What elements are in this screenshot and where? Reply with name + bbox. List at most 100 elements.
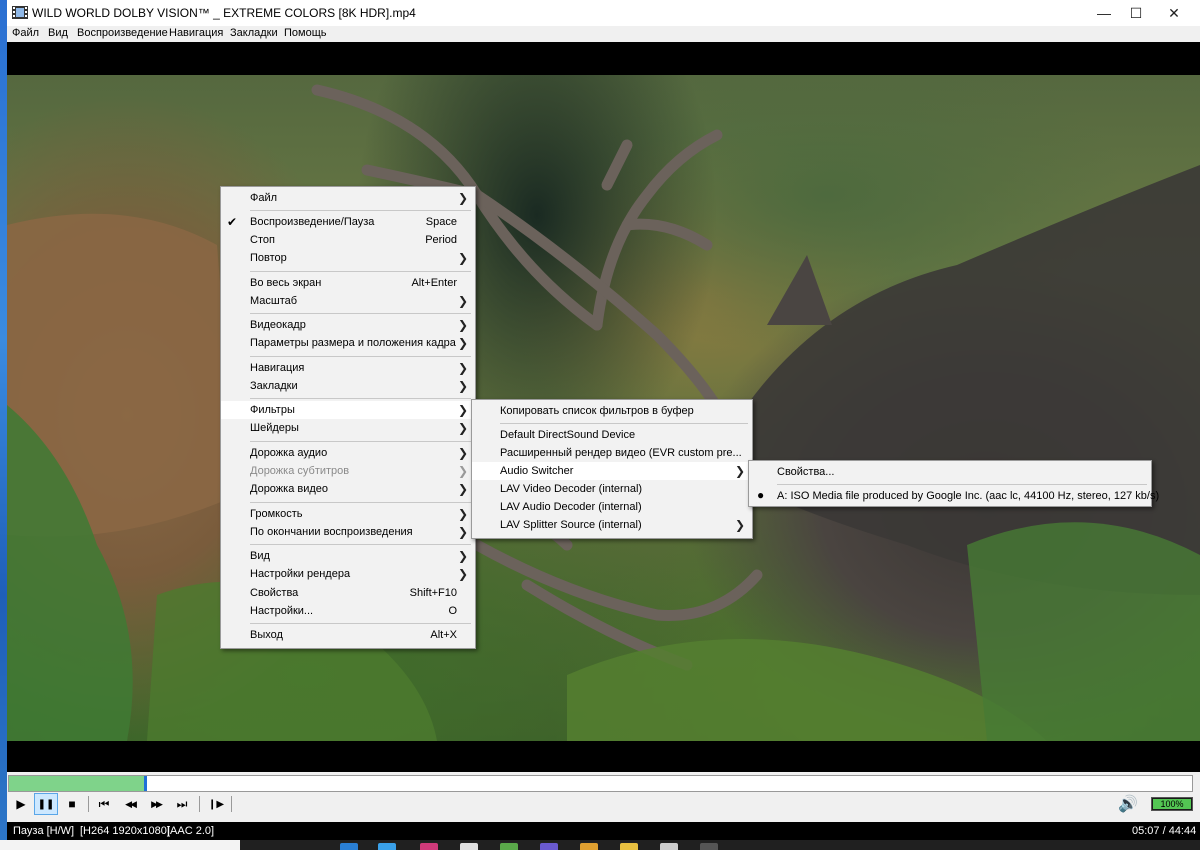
audio-switcher-properties[interactable]: Свойства... [749,463,1151,481]
taskbar-app-icon[interactable] [420,843,438,850]
title-bar: WILD WORLD DOLBY VISION™ _ EXTREME COLOR… [7,0,1200,26]
menu-item-video-frame[interactable]: Видеокадр ❯ [221,316,475,334]
previous-button[interactable]: ⏮ [92,793,116,815]
context-menu: Файл ❯ ✔ Воспроизведение/Пауза Space Стоп Pe… [220,186,476,649]
taskbar-app-icon[interactable] [540,843,558,850]
menu-item-exit[interactable]: Выход Alt+X [221,626,475,644]
maximize-button[interactable]: ☐ [1117,0,1155,26]
filters-item-lav-video[interactable]: LAV Video Decoder (internal) [472,480,752,498]
menu-item-repeat[interactable]: Повтор ❯ [221,249,475,267]
chevron-right-icon: ❯ [458,549,469,563]
rewind-button[interactable]: ◀◀ [118,793,142,815]
seek-handle[interactable] [144,776,147,791]
menu-item-label: Выход [250,629,283,641]
taskbar-app-icon[interactable] [460,843,478,850]
status-audio-info: [AAC 2.0] [167,825,215,837]
volume-label: 100% [1160,799,1184,809]
menu-item-shaders[interactable]: Шейдеры ❯ [221,419,475,437]
audio-switcher-submenu: Свойства... ● A: ISO Media file produced … [748,460,1159,507]
menu-item-render-settings[interactable]: Настройки рендера ❯ [221,565,475,583]
taskbar-app-icon[interactable] [620,843,638,850]
taskbar-app-icon[interactable] [378,843,396,850]
filters-item-evr[interactable]: Расширенный рендер видео (EVR custom pre… [472,444,752,462]
separator [88,796,89,812]
fast-forward-icon: ▶▶ [151,798,163,809]
menu-navigation[interactable]: Навигация [169,27,223,39]
pause-button[interactable]: ❚❚ [34,793,58,815]
menu-separator [250,502,471,503]
close-icon: ✕ [1168,4,1180,21]
menu-file[interactable]: Файл [12,27,39,39]
menu-item-label: Дорожка аудио [250,447,328,459]
menu-item-video-track[interactable]: Дорожка видео ❯ [221,480,475,498]
menu-item-frame-size[interactable]: Параметры размера и положения кадра ❯ [221,334,475,352]
chevron-right-icon: ❯ [458,421,469,435]
menu-item-label: Расширенный рендер видео (EVR custom pre… [500,447,742,459]
menu-item-zoom[interactable]: Масштаб ❯ [221,292,475,310]
menu-item-label: По окончании воспроизведения [250,526,413,538]
filters-item-audio-switcher[interactable]: Audio Switcher ❯ [472,462,752,480]
menu-item-label: Настройки рендера [250,568,351,580]
minimize-icon: — [1097,5,1111,21]
menu-help[interactable]: Помощь [284,27,327,39]
chevron-right-icon: ❯ [458,482,469,496]
audio-stream-item[interactable]: ● A: ISO Media file produced by Google In… [749,487,1159,505]
stop-button[interactable]: ■ [60,793,84,815]
menu-item-label: LAV Audio Decoder (internal) [500,501,642,513]
taskbar-app-icon[interactable] [340,843,358,850]
menu-view[interactable]: Вид [48,27,68,39]
taskbar-search[interactable] [0,840,240,850]
menu-item-navigation[interactable]: Навигация ❯ [221,359,475,377]
taskbar-app-icon[interactable] [660,843,678,850]
next-button[interactable]: ⏭ [170,793,194,815]
menu-item-label: Стоп [250,234,275,246]
menu-separator [250,398,471,399]
forward-button[interactable]: ▶▶ [144,793,168,815]
menu-separator [500,423,748,424]
maximize-icon: ☐ [1129,4,1143,21]
menu-item-bookmarks[interactable]: Закладки ❯ [221,377,475,395]
filters-item-copy-list[interactable]: Копировать список фильтров в буфер [472,402,752,420]
menu-item-properties[interactable]: Свойства Shift+F10 [221,584,475,602]
filters-submenu: Копировать список фильтров в буфер Defau… [471,399,753,539]
menu-item-audio-track[interactable]: Дорожка аудио ❯ [221,444,475,462]
play-button[interactable]: ▶ [9,793,33,815]
menu-item-label: Воспроизведение/Пауза [250,216,375,228]
menu-item-label: Audio Switcher [500,465,574,477]
filters-item-lav-audio[interactable]: LAV Audio Decoder (internal) [472,498,752,516]
menu-item-filters[interactable]: Фильтры ❯ [221,401,475,419]
menu-item-volume[interactable]: Громкость ❯ [221,505,475,523]
frame-step-button[interactable]: ❙▶ [204,793,228,815]
taskbar-app-icon[interactable] [700,843,718,850]
taskbar-app-icon[interactable] [580,843,598,850]
menu-separator [250,313,471,314]
menu-item-label: Фильтры [250,404,295,416]
volume-slider[interactable]: 100% [1151,797,1193,811]
separator [231,796,232,812]
chevron-right-icon: ❯ [458,567,469,581]
menu-item-label: Копировать список фильтров в буфер [500,405,694,417]
menu-item-options[interactable]: Настройки... O [221,602,475,620]
menu-item-label: Файл [250,192,278,204]
menu-item-play-pause[interactable]: ✔ Воспроизведение/Пауза Space [221,213,475,231]
filters-item-lav-splitter[interactable]: LAV Splitter Source (internal) ❯ [472,516,752,534]
menu-item-file[interactable]: Файл ❯ [221,189,475,207]
menu-item-view[interactable]: Вид ❯ [221,547,475,565]
menu-bookmarks[interactable]: Закладки [230,27,278,39]
status-time: 05:07 / 44:44 [1132,825,1197,837]
menu-playback[interactable]: Воспроизведение [77,27,168,39]
stop-icon: ■ [68,797,76,811]
mute-button[interactable]: 🔊 [1117,794,1139,814]
chevron-right-icon: ❯ [458,318,469,332]
menu-item-label: Громкость [250,508,303,520]
menu-item-label: Настройки... [250,605,314,617]
menu-item-fullscreen[interactable]: Во весь экран Alt+Enter [221,274,475,292]
close-button[interactable]: ✕ [1155,0,1193,26]
menu-item-after-playback[interactable]: По окончании воспроизведения ❯ [221,523,475,541]
filters-item-directsound[interactable]: Default DirectSound Device [472,426,752,444]
menu-item-shortcut: O [448,605,457,617]
seek-bar[interactable] [8,775,1193,792]
menu-item-stop[interactable]: Стоп Period [221,231,475,249]
chevron-right-icon: ❯ [458,464,469,478]
taskbar-app-icon[interactable] [500,843,518,850]
